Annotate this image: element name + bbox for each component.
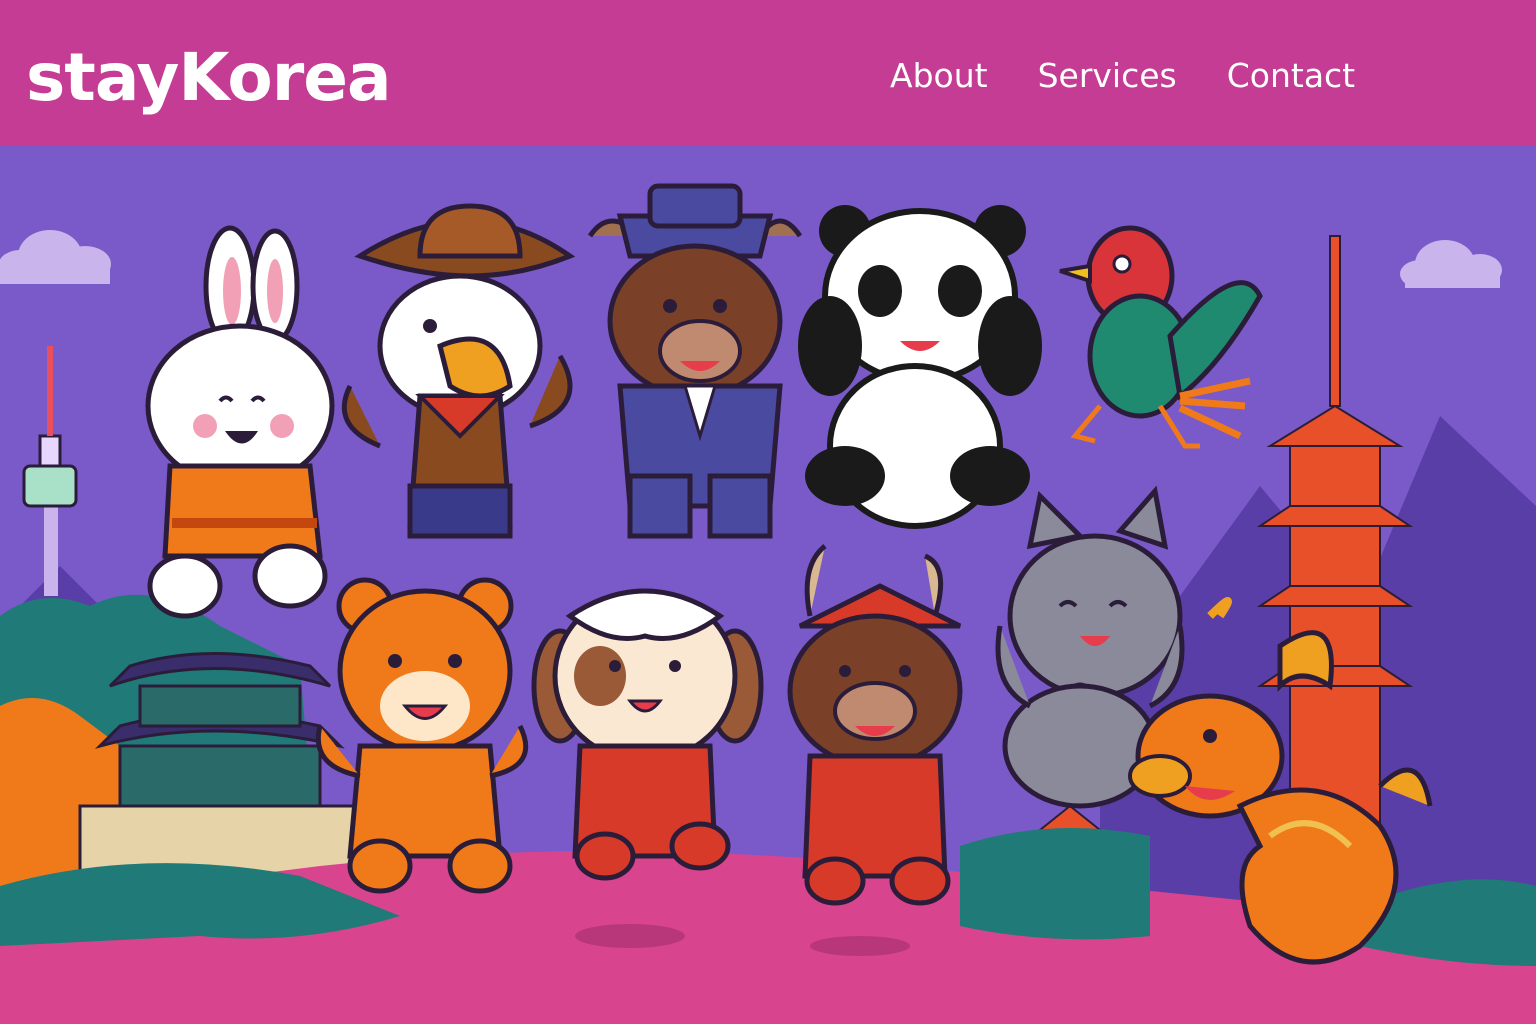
right-bush (960, 828, 1150, 940)
nav-link-services[interactable]: Services (1038, 52, 1177, 100)
hero-scene (0, 146, 1536, 1024)
nav-link-contact[interactable]: Contact (1227, 52, 1355, 100)
page: stayKorea About Services Contact (0, 0, 1536, 1024)
top-nav-bar: stayKorea About Services Contact (0, 0, 1536, 146)
panda-character (798, 205, 1042, 529)
hero-illustration (0, 146, 1536, 1024)
nav-link-about[interactable]: About (890, 52, 988, 100)
site-logo[interactable]: stayKorea (26, 38, 392, 118)
shadow (575, 924, 685, 948)
main-nav: About Services Contact (890, 52, 1355, 100)
shadow (810, 936, 910, 956)
